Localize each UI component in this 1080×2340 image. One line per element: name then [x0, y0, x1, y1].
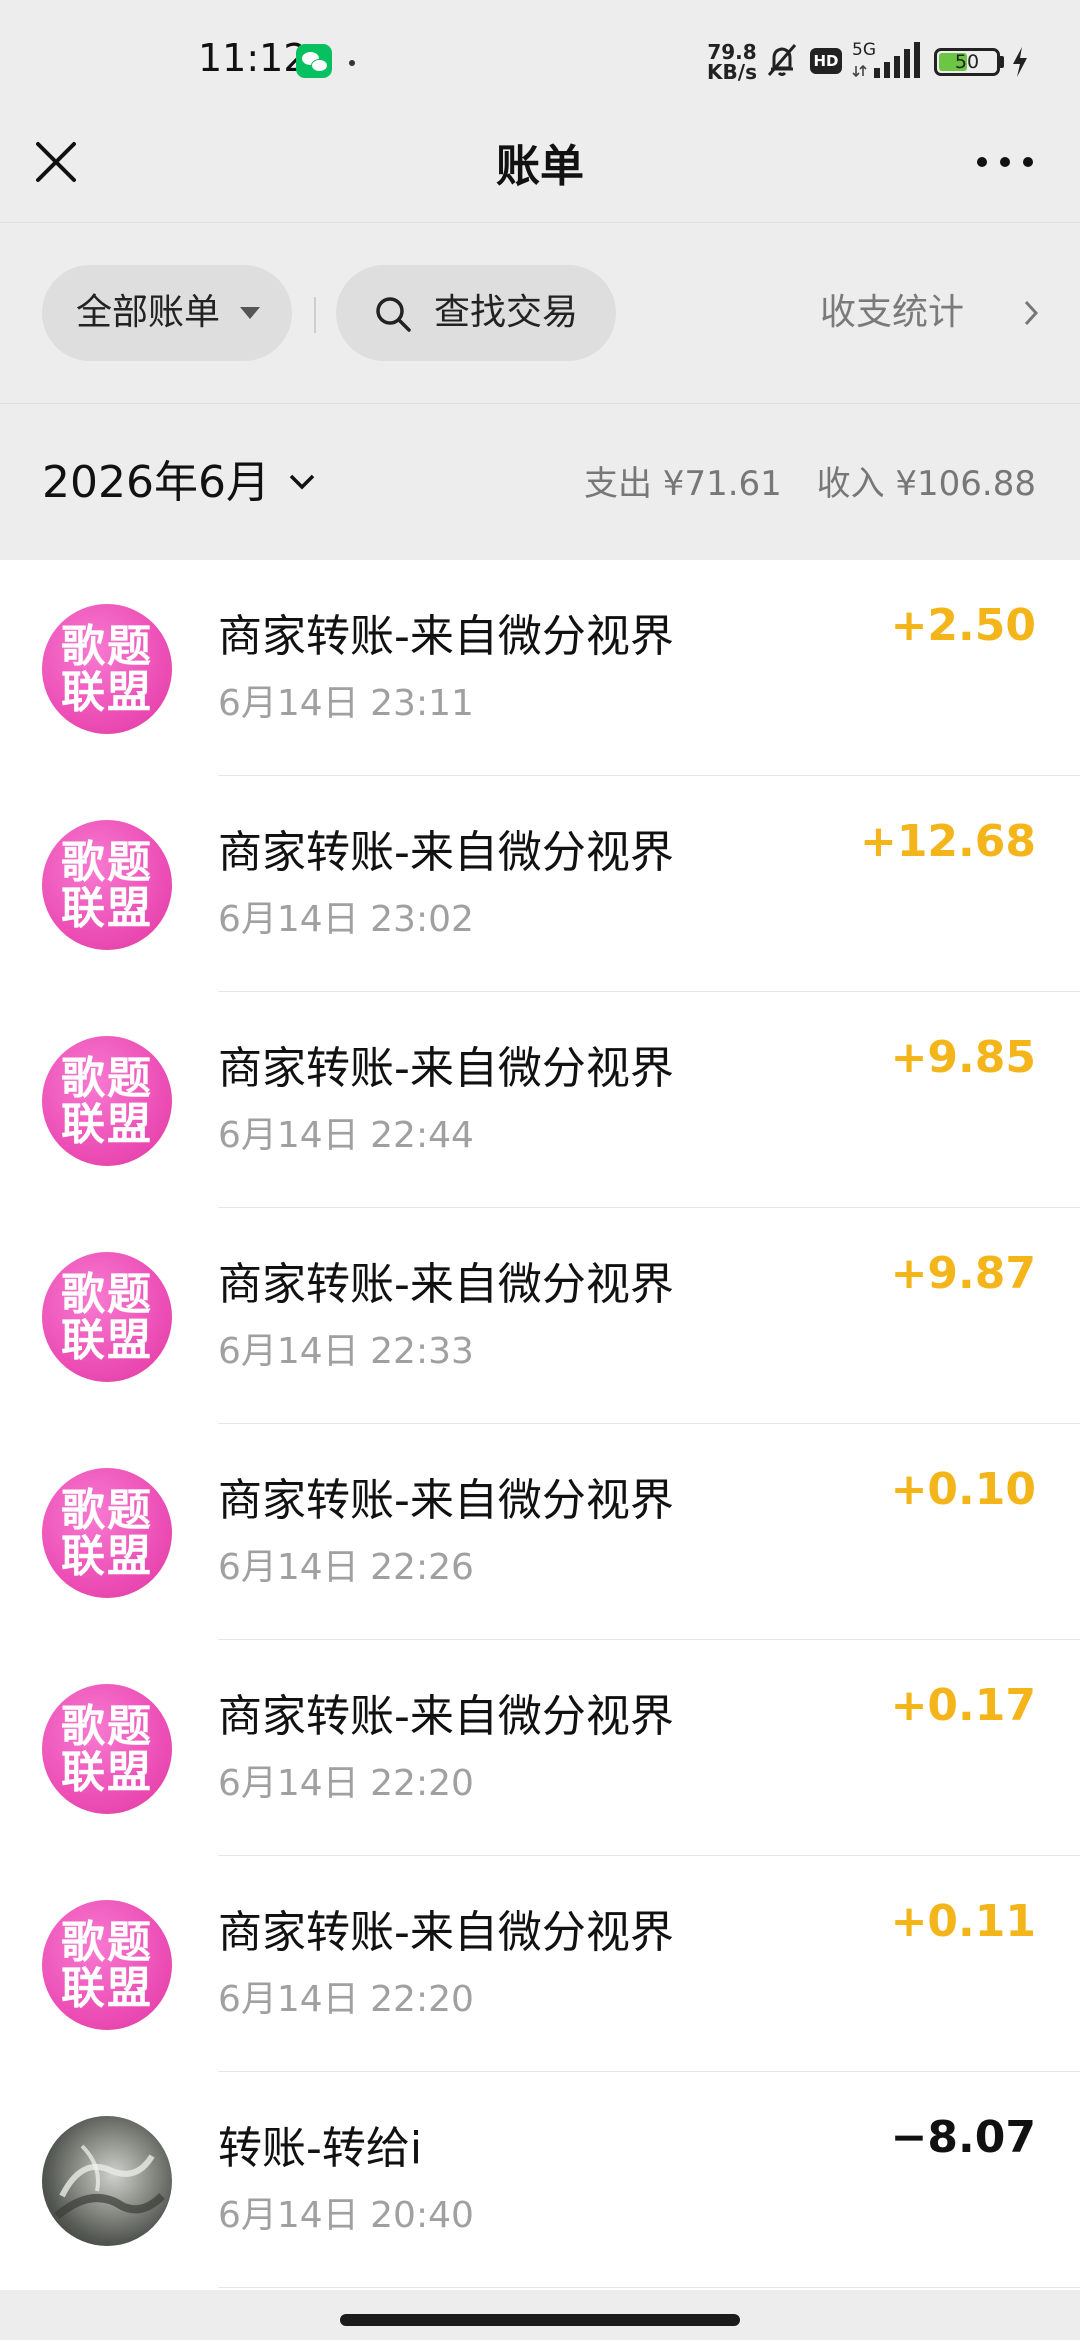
transaction-amount: −8.07: [890, 2112, 1036, 2163]
transaction-time: 6月14日 22:44: [218, 1115, 474, 1156]
avatar-text-line2: 联盟: [61, 1315, 153, 1366]
transaction-row[interactable]: 歌题 联盟 商家转账-来自微分视界 6月14日 22:33 +9.87: [0, 1208, 1080, 1424]
divider: [314, 297, 316, 333]
month-summary: 支出 ¥71.61 收入 ¥106.88: [560, 456, 1036, 512]
transaction-row[interactable]: 歌题 联盟 商家转账-来自微分视界 6月14日 23:11 +2.50: [0, 560, 1080, 776]
transaction-row[interactable]: 歌题 联盟 商家转账-来自微分视界 6月14日 22:26 +0.10: [0, 1424, 1080, 1640]
transaction-row[interactable]: 歌题 联盟 商家转账-来自微分视界 6月14日 22:20 +0.17: [0, 1640, 1080, 1856]
chevron-right-icon: [1024, 300, 1039, 326]
wechat-icon: [296, 44, 332, 78]
income-expense-stats-link[interactable]: 收支统计: [820, 285, 1040, 341]
avatar-text-line2: 联盟: [61, 1963, 153, 2014]
transaction-title: 商家转账-来自微分视界: [218, 1907, 674, 1958]
search-icon: [376, 297, 411, 332]
avatar-text-line2: 联盟: [61, 667, 153, 718]
month-label: 2026年6月: [42, 457, 270, 508]
transaction-title: 商家转账-来自微分视界: [218, 827, 674, 878]
battery-tip: [1000, 56, 1004, 68]
search-transactions-button[interactable]: 查找交易: [336, 265, 616, 361]
all-bills-filter[interactable]: 全部账单: [42, 265, 292, 361]
transaction-amount: +0.17: [890, 1680, 1036, 1731]
transaction-amount: +9.85: [890, 1032, 1036, 1083]
user-avatar: [42, 2116, 172, 2246]
transaction-amount: +9.87: [890, 1248, 1036, 1299]
merchant-avatar: 歌题 联盟: [42, 1252, 172, 1382]
hd-badge: HD: [810, 48, 842, 74]
transaction-title: 商家转账-来自微分视界: [218, 611, 674, 662]
filter-bar: 全部账单 查找交易 收支统计: [0, 222, 1080, 404]
signal-icon: 5G: [852, 40, 924, 80]
transaction-time: 6月14日 22:33: [218, 1331, 474, 1372]
transaction-title: 商家转账-来自微分视界: [218, 1475, 674, 1526]
navbar: 账单: [0, 110, 1080, 222]
stats-label: 收支统计: [820, 292, 965, 333]
transaction-row[interactable]: 歌题 联盟 商家转账-来自微分视界 6月14日 23:02 +12.68: [0, 776, 1080, 992]
avatar-text-line1: 歌题: [61, 1485, 153, 1536]
search-label: 查找交易: [434, 292, 579, 333]
transaction-row[interactable]: 歌题 联盟 商家转账-来自微分视界 6月14日 22:44 +9.85: [0, 992, 1080, 1208]
status-bar: 11:12 79.8 KB/s HD 5G 50: [0, 0, 1080, 110]
charging-icon: [1013, 47, 1027, 77]
network-speed-value: 79.8: [707, 40, 757, 64]
merchant-avatar: 歌题 联盟: [42, 1036, 172, 1166]
avatar-text-line1: 歌题: [61, 621, 153, 672]
month-selector[interactable]: 2026年6月: [42, 448, 318, 518]
transaction-time: 6月14日 22:20: [218, 1979, 474, 2020]
battery-level: 50: [954, 51, 980, 73]
income-summary: 收入 ¥106.88: [816, 464, 1036, 504]
transaction-time: 6月14日 22:26: [218, 1547, 474, 1588]
merchant-avatar: 歌题 联盟: [42, 1900, 172, 2030]
avatar-text-line1: 歌题: [61, 1269, 153, 1320]
bell-off-icon: [767, 44, 797, 76]
transaction-row[interactable]: 歌题 联盟 商家转账-来自微分视界 6月14日 22:20 +0.11: [0, 1856, 1080, 2072]
avatar-photo-texture: [54, 2144, 165, 2220]
close-icon[interactable]: [30, 136, 82, 188]
transaction-time: 6月14日 23:02: [218, 899, 474, 940]
transaction-amount: +0.11: [890, 1896, 1036, 1947]
transaction-title: 转账-转给i: [218, 2123, 423, 2174]
status-time: 11:12: [198, 36, 308, 80]
network-speed-unit: KB/s: [707, 60, 757, 84]
transaction-list: 歌题 联盟 商家转账-来自微分视界 6月14日 23:11 +2.50 歌题 联盟 …: [0, 560, 1080, 2290]
caret-down-icon: [240, 307, 260, 319]
transaction-time: 6月14日 20:40: [218, 2195, 474, 2236]
home-indicator[interactable]: [340, 2314, 740, 2326]
month-header: 2026年6月 支出 ¥71.61 收入 ¥106.88: [0, 404, 1080, 560]
more-icon[interactable]: [970, 136, 1040, 188]
avatar-text-line2: 联盟: [61, 1099, 153, 1150]
transaction-amount: +12.68: [859, 816, 1036, 867]
transaction-time: 6月14日 22:20: [218, 1763, 474, 1804]
all-bills-label: 全部账单: [76, 292, 221, 333]
chevron-down-icon: [289, 474, 315, 490]
transaction-amount: +2.50: [890, 600, 1036, 651]
transaction-title: 商家转账-来自微分视界: [218, 1691, 674, 1742]
avatar-text-line1: 歌题: [61, 1053, 153, 1104]
avatar-text-line2: 联盟: [61, 1531, 153, 1582]
battery-icon: 50: [934, 48, 1000, 76]
avatar-text-line2: 联盟: [61, 1747, 153, 1798]
page-title: 账单: [496, 141, 584, 192]
avatar-text-line1: 歌题: [61, 1701, 153, 1752]
gesture-area: [0, 2290, 1080, 2340]
row-divider: [218, 2287, 1080, 2288]
avatar-text-line1: 歌题: [61, 1917, 153, 1968]
merchant-avatar: 歌题 联盟: [42, 1468, 172, 1598]
transaction-title: 商家转账-来自微分视界: [218, 1043, 674, 1094]
merchant-avatar: 歌题 联盟: [42, 820, 172, 950]
transaction-time: 6月14日 23:11: [218, 683, 474, 724]
notification-dot: [349, 60, 355, 66]
transaction-amount: +0.10: [890, 1464, 1036, 1515]
merchant-avatar: 歌题 联盟: [42, 1684, 172, 1814]
avatar-text-line2: 联盟: [61, 883, 153, 934]
network-speed: 79.8 KB/s: [702, 42, 762, 82]
expense-summary: 支出 ¥71.61: [584, 464, 782, 504]
transaction-title: 商家转账-来自微分视界: [218, 1259, 674, 1310]
transaction-row[interactable]: 转账-转给i 6月14日 20:40 −8.07: [0, 2072, 1080, 2288]
merchant-avatar: 歌题 联盟: [42, 604, 172, 734]
avatar-text-line1: 歌题: [61, 837, 153, 888]
